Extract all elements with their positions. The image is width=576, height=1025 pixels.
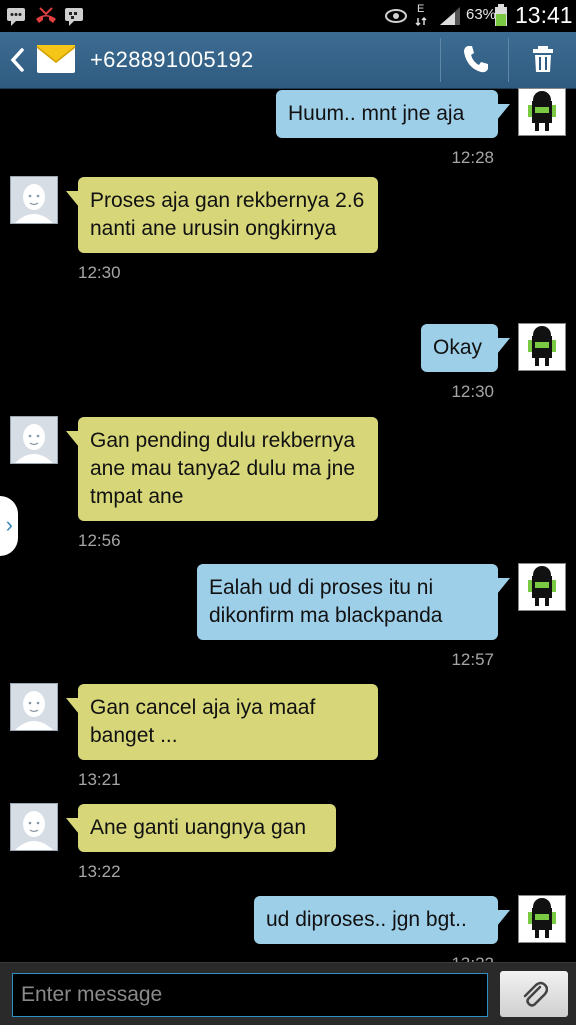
attach-button[interactable] — [500, 971, 568, 1017]
paperclip-icon — [523, 981, 548, 1007]
message-notification-icon — [7, 8, 25, 26]
message-timestamp: 12:56 — [78, 531, 121, 550]
default-person-icon — [15, 811, 53, 850]
message-composer — [0, 962, 576, 1025]
battery-percentage: 63% — [466, 6, 497, 23]
phone-icon — [464, 46, 488, 73]
message-text: Gan cancel aja iya maaf banget ... — [90, 696, 316, 747]
call-button[interactable] — [442, 32, 508, 88]
android-avatar-icon — [528, 566, 556, 606]
back-arrow-icon[interactable] — [6, 44, 30, 76]
outgoing-message-bubble[interactable]: Huum.. mnt jne aja — [276, 90, 510, 138]
message-timestamp: 12:57 — [451, 650, 494, 669]
default-person-icon — [15, 424, 53, 463]
message-timestamp: 12:30 — [451, 382, 494, 401]
message-list[interactable]: Huum.. mnt jne aja 12:28 Proses aja gan re… — [0, 88, 576, 962]
messages-app-icon — [36, 45, 76, 73]
my-avatar[interactable] — [518, 88, 566, 136]
chevron-right-icon: › — [5, 512, 13, 537]
status-bar: E 63% 13:41 — [0, 0, 576, 32]
android-avatar-icon — [528, 91, 556, 131]
eye-icon — [385, 9, 407, 23]
outgoing-message-bubble[interactable]: Ealah ud di proses itu ni dikonfirm ma b… — [197, 564, 510, 640]
incoming-message-bubble[interactable]: Gan pending dulu rekbernya ane mau tanya… — [66, 417, 378, 521]
default-person-icon — [15, 184, 53, 223]
message-input[interactable] — [12, 973, 488, 1017]
android-avatar-icon — [528, 326, 556, 366]
incoming-message-bubble[interactable]: Gan cancel aja iya maaf banget ... — [66, 684, 378, 760]
signal-strength-icon — [440, 7, 460, 25]
message-text: ud diproses.. jgn bgt.. — [266, 908, 467, 931]
message-text: Okay — [433, 336, 483, 359]
message-timestamp: 13:21 — [78, 770, 121, 789]
android-avatar-icon — [528, 898, 556, 938]
delete-button[interactable] — [510, 32, 576, 88]
outgoing-message-bubble[interactable]: ud diproses.. jgn bgt.. — [254, 896, 510, 944]
header-divider — [440, 38, 441, 82]
contact-avatar[interactable] — [10, 803, 58, 851]
message-text: Ane ganti uangnya gan — [90, 816, 307, 839]
bbm-notification-icon — [65, 8, 83, 26]
my-avatar[interactable] — [518, 563, 566, 611]
side-panel-handle[interactable]: › — [0, 496, 18, 556]
battery-icon — [495, 4, 507, 26]
contact-avatar[interactable] — [10, 416, 58, 464]
message-text: Ealah ud di proses itu ni dikonfirm ma b… — [209, 576, 443, 627]
default-person-icon — [15, 691, 53, 730]
message-text: Gan pending dulu rekbernya ane mau tanya… — [90, 429, 356, 508]
message-timestamp: 12:30 — [78, 263, 121, 282]
incoming-message-bubble[interactable]: Ane ganti uangnya gan — [66, 804, 336, 852]
message-timestamp: 13:22 — [78, 862, 121, 881]
data-arrows-icon — [415, 16, 427, 27]
incoming-message-bubble[interactable]: Proses aja gan rekbernya 2.6 nanti ane u… — [66, 177, 378, 253]
header-divider — [508, 38, 509, 82]
message-text: Proses aja gan rekbernya 2.6 nanti ane u… — [90, 189, 365, 240]
outgoing-message-bubble[interactable]: Okay — [421, 324, 510, 372]
message-text: Huum.. mnt jne aja — [288, 102, 465, 125]
clock: 13:41 — [515, 2, 573, 28]
trash-icon — [533, 46, 553, 72]
message-timestamp: 13:22 — [451, 954, 494, 962]
missed-call-icon — [36, 7, 56, 23]
contact-avatar[interactable] — [10, 683, 58, 731]
contact-avatar[interactable] — [10, 176, 58, 224]
my-avatar[interactable] — [518, 895, 566, 943]
message-timestamp: 12:28 — [451, 148, 494, 167]
contact-name: +628891005192 — [90, 47, 254, 72]
my-avatar[interactable] — [518, 323, 566, 371]
conversation-header: +628891005192 — [0, 32, 576, 89]
